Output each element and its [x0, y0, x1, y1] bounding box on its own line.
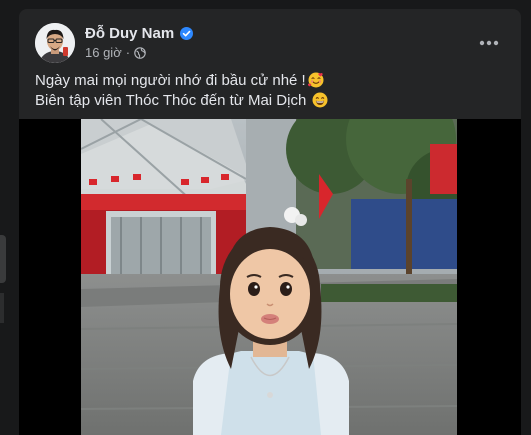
post-meta: 16 giờ ·: [85, 45, 146, 60]
smiling-face-with-hearts-icon: [307, 72, 324, 88]
post-line: Biên tập viên Thóc Thóc đến từ Mai Dịch: [35, 91, 328, 111]
post-card: Đỗ Duy Nam 16 giờ · Ngày mai mọi người n: [19, 9, 521, 435]
post-header: Đỗ Duy Nam 16 giờ ·: [35, 23, 505, 63]
post-message: Ngày mai mọi người nhớ đi bầu cử nhé ! B…: [35, 71, 328, 111]
video-frame[interactable]: [81, 119, 457, 435]
verified-badge-icon: [180, 27, 194, 40]
video-thumbnail: [81, 119, 457, 435]
author-name-row: Đỗ Duy Nam: [85, 25, 194, 42]
left-panel-edge: [0, 0, 19, 435]
author-avatar[interactable]: [35, 23, 75, 63]
post-line-text: Biên tập viên Thóc Thóc đến từ Mai Dịch: [35, 92, 307, 109]
post-line-text: Ngày mai mọi người nhớ đi bầu cử nhé !: [35, 72, 306, 89]
left-panel-item: [0, 235, 6, 283]
post-timestamp[interactable]: 16 giờ: [85, 45, 122, 60]
meta-separator: ·: [125, 45, 131, 60]
left-panel-item: [0, 293, 4, 323]
video-player: [19, 119, 521, 435]
more-options-icon: [479, 40, 499, 46]
author-name[interactable]: Đỗ Duy Nam: [85, 25, 174, 42]
grinning-face-icon: [312, 92, 328, 108]
globe-icon[interactable]: [134, 46, 146, 59]
more-options-button[interactable]: [471, 25, 507, 61]
post-line: Ngày mai mọi người nhớ đi bầu cử nhé !: [35, 71, 328, 91]
